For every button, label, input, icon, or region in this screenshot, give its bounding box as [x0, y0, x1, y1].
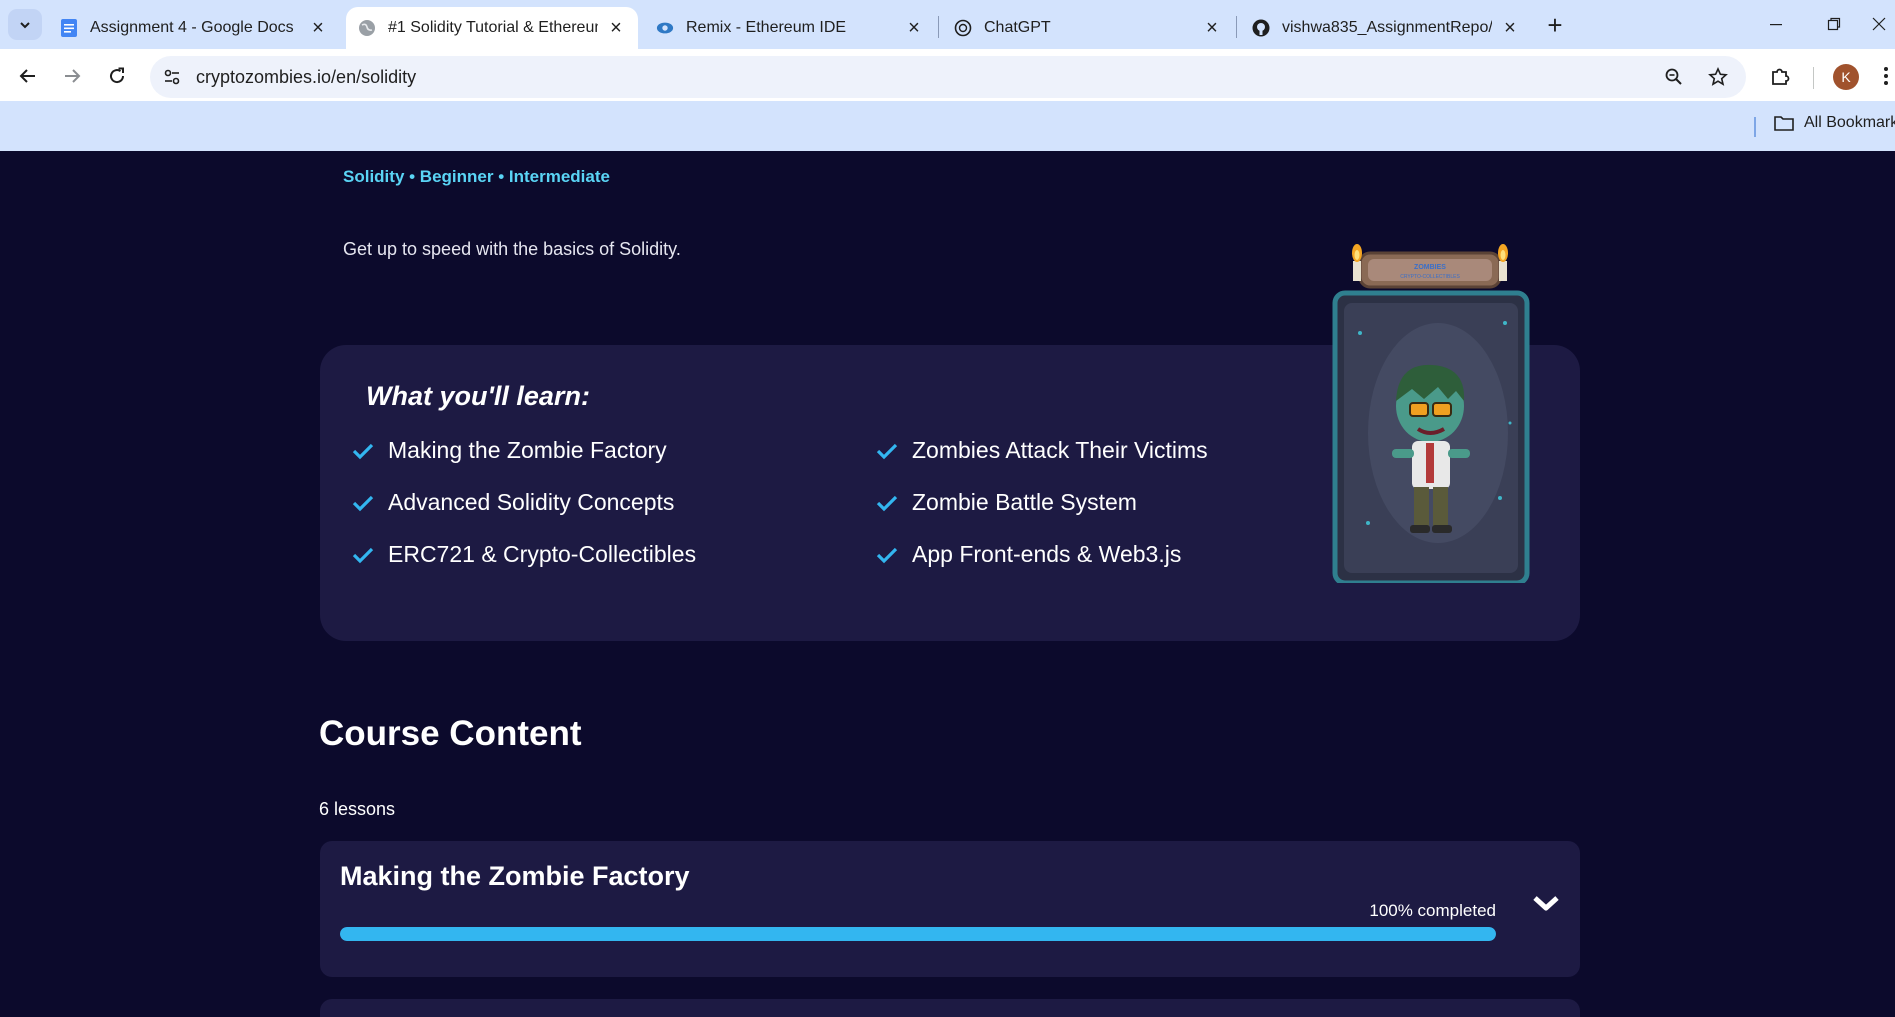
reload-icon	[110, 67, 125, 84]
new-tab-button[interactable]: +	[1540, 10, 1570, 40]
close-icon[interactable]: ×	[606, 17, 626, 39]
extensions-button[interactable]	[1766, 62, 1794, 90]
expand-lesson-button[interactable]	[1530, 891, 1562, 915]
back-button[interactable]	[10, 58, 46, 94]
tab-title: #1 Solidity Tutorial & Ethereum	[388, 19, 598, 36]
forward-button[interactable]	[54, 58, 90, 94]
learn-item-label: Making the Zombie Factory	[388, 437, 667, 463]
bookmarks-bar: All Bookmarks	[0, 101, 1895, 151]
course-tags: Solidity • Beginner • Intermediate	[343, 167, 610, 186]
url-text[interactable]: cryptozombies.io/en/solidity	[196, 67, 416, 88]
checkmark-icon	[876, 493, 900, 513]
restore-button[interactable]	[1810, 6, 1858, 42]
bookmark-star-icon[interactable]	[1706, 65, 1730, 89]
course-intro: Get up to speed with the basics of Solid…	[343, 239, 681, 259]
globe-icon	[358, 19, 376, 37]
chatgpt-icon	[954, 19, 972, 37]
tab-strip: Assignment 4 - Google Docs × #1 Solidity…	[0, 0, 1895, 49]
learn-item: Zombies Attack Their Victims	[876, 437, 1208, 464]
learn-item: Advanced Solidity Concepts	[352, 489, 674, 516]
folder-icon	[1774, 115, 1794, 131]
learn-item-label: ERC721 & Crypto-Collectibles	[388, 541, 697, 567]
bookmarks-separator	[1754, 117, 1756, 137]
restore-icon	[1827, 17, 1841, 31]
learn-item-label: Zombie Battle System	[912, 489, 1137, 515]
puzzle-icon	[1772, 68, 1790, 85]
tab-title: Assignment 4 - Google Docs	[90, 19, 294, 36]
learn-item: Zombie Battle System	[876, 489, 1137, 516]
tab-separator	[1236, 16, 1237, 38]
learn-item-label: Zombies Attack Their Victims	[912, 437, 1208, 463]
learn-item-label: Advanced Solidity Concepts	[388, 489, 675, 515]
tab-chatgpt[interactable]: ChatGPT ×	[942, 7, 1234, 49]
learn-heading: What you'll learn:	[366, 381, 590, 411]
site-info-icon[interactable]	[160, 65, 184, 89]
lesson-progress-bar	[340, 927, 1496, 941]
zombie-card-illustration: ZOMBIES CRYPTO-COLLECTIBLES	[1332, 244, 1530, 583]
menu-button[interactable]	[1877, 62, 1895, 90]
tab-search-button[interactable]	[8, 9, 42, 40]
chevron-down-icon	[20, 21, 30, 28]
lesson-progress-fill	[340, 927, 1496, 941]
arrow-left-icon	[19, 69, 35, 83]
reload-button[interactable]	[99, 58, 135, 94]
checkmark-icon	[352, 545, 376, 565]
arrow-right-icon	[65, 69, 81, 83]
address-bar[interactable]: cryptozombies.io/en/solidity	[150, 56, 1746, 98]
lesson-title[interactable]: Making the Zombie Factory	[340, 861, 690, 892]
minimize-button[interactable]	[1752, 6, 1800, 42]
page-content: Solidity • Beginner • Intermediate Get u…	[0, 151, 1895, 1017]
card-sign-subtitle: CRYPTO-COLLECTIBLES	[1400, 274, 1460, 280]
github-icon	[1252, 19, 1270, 37]
google-docs-icon	[60, 19, 78, 37]
course-content-title: Course Content	[319, 714, 582, 753]
tab-remix[interactable]: Remix - Ethereum IDE ×	[644, 7, 936, 49]
tab-cryptozombies[interactable]: #1 Solidity Tutorial & Ethereum ×	[346, 7, 638, 49]
tab-separator	[938, 16, 939, 38]
checkmark-icon	[352, 493, 376, 513]
tab-github[interactable]: vishwa835_AssignmentRepo/RE ×	[1240, 7, 1532, 49]
tab-title: ChatGPT	[984, 19, 1051, 36]
tab-title: vishwa835_AssignmentRepo/RE	[1282, 19, 1492, 36]
close-icon	[1872, 17, 1885, 31]
checkmark-icon	[876, 545, 900, 565]
all-bookmarks-label: All Bookmarks	[1804, 114, 1895, 131]
toolbar-divider	[1813, 67, 1814, 89]
chevron-down-icon	[1533, 896, 1559, 911]
card-sign-title: ZOMBIES	[1414, 264, 1446, 271]
close-icon[interactable]: ×	[904, 17, 924, 39]
remix-icon	[656, 19, 674, 37]
kebab-menu-icon	[1884, 67, 1888, 85]
close-window-button[interactable]	[1862, 6, 1895, 42]
close-icon[interactable]: ×	[1202, 17, 1222, 39]
learn-item: Making the Zombie Factory	[352, 437, 667, 464]
lesson-card[interactable]	[320, 999, 1580, 1017]
checkmark-icon	[352, 441, 376, 461]
tab-title: Remix - Ethereum IDE	[686, 19, 847, 36]
minimize-icon	[1770, 24, 1782, 26]
profile-avatar[interactable]: K	[1833, 64, 1859, 90]
checkmark-icon	[876, 441, 900, 461]
learn-item: App Front-ends & Web3.js	[876, 541, 1181, 568]
learn-item: ERC721 & Crypto-Collectibles	[352, 541, 696, 568]
tab-google-docs[interactable]: Assignment 4 - Google Docs ×	[48, 7, 340, 49]
close-icon[interactable]: ×	[308, 17, 328, 39]
learn-item-label: App Front-ends & Web3.js	[912, 541, 1182, 567]
browser-toolbar: cryptozombies.io/en/solidity K	[0, 49, 1895, 101]
lesson-progress-label: 100% completed	[1369, 901, 1496, 920]
lesson-card[interactable]: Making the Zombie Factory 100% completed	[320, 841, 1580, 977]
close-icon[interactable]: ×	[1500, 17, 1520, 39]
lessons-count: 6 lessons	[319, 799, 396, 819]
zoom-icon[interactable]	[1662, 65, 1686, 89]
all-bookmarks-button[interactable]: All Bookmarks	[1774, 114, 1895, 132]
